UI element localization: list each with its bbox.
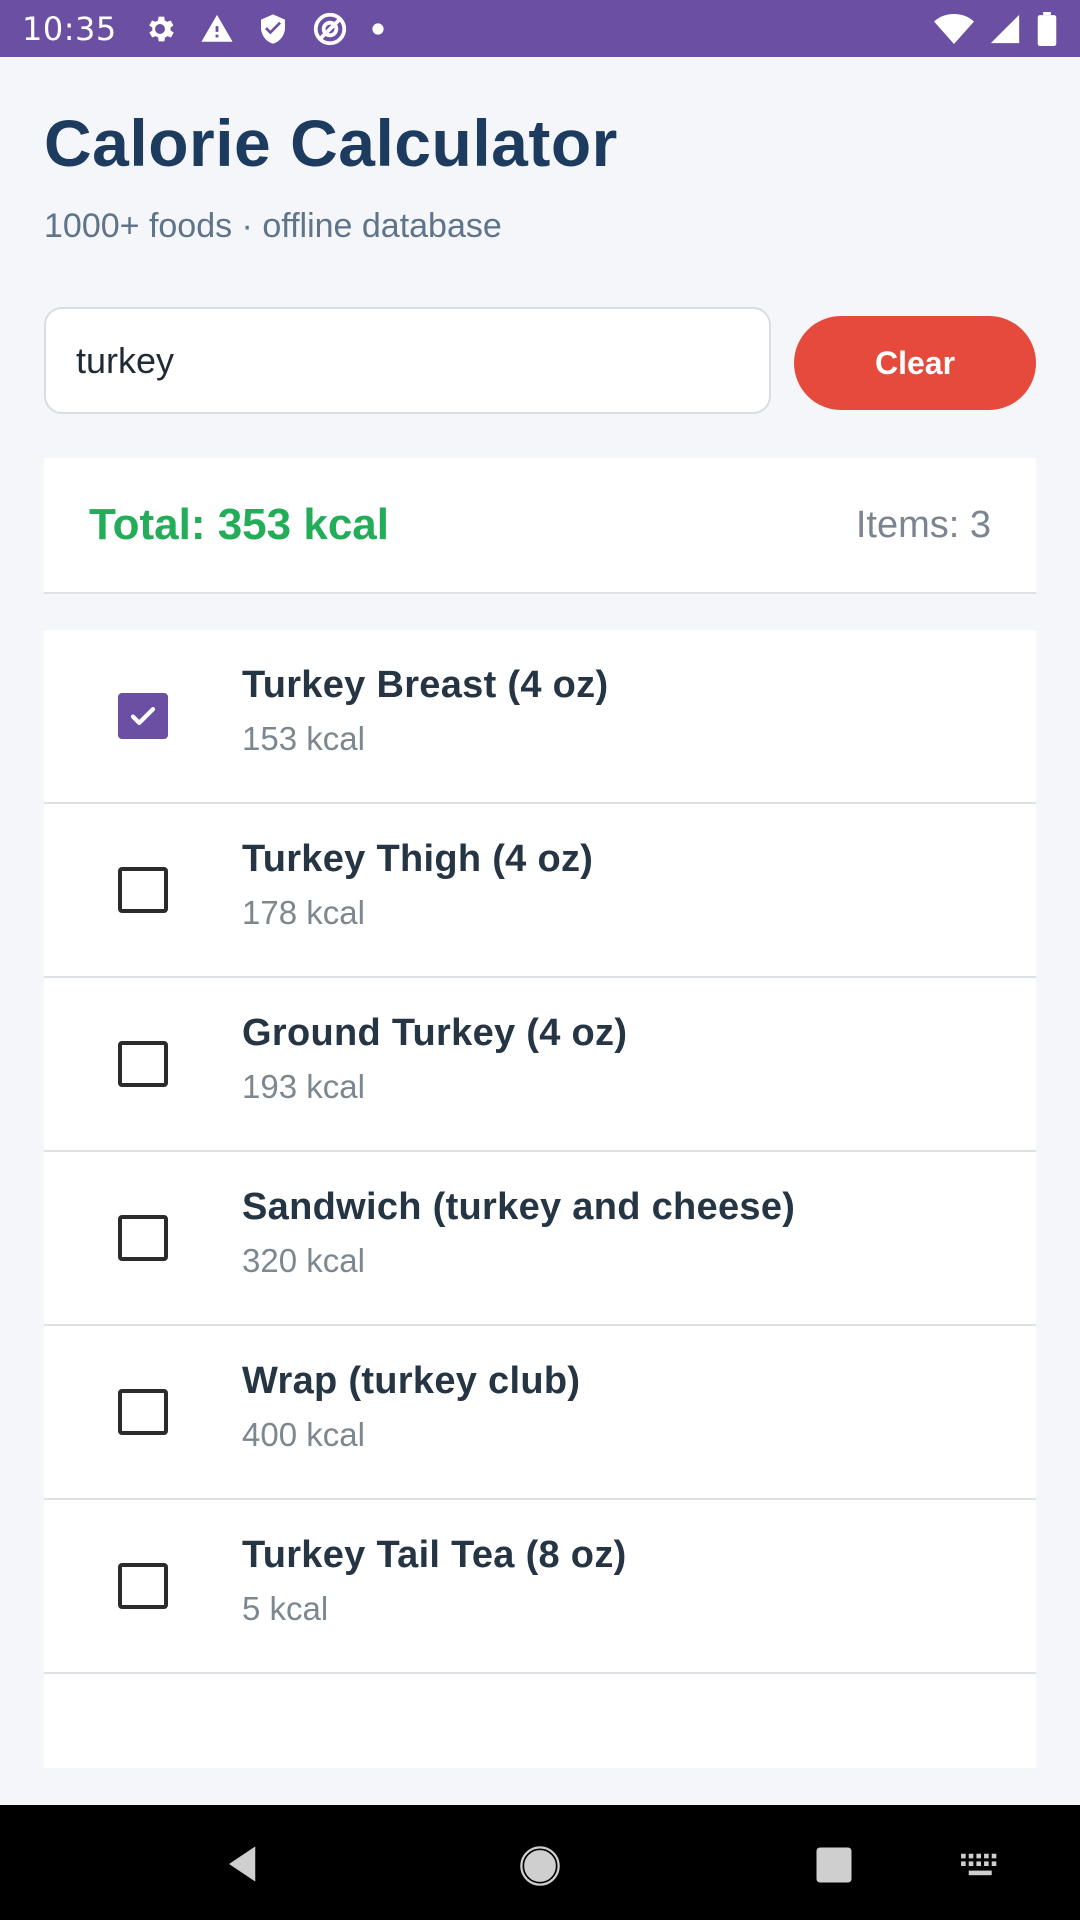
status-bar: 10:35: [0, 0, 1080, 57]
battery-icon: [1037, 11, 1057, 46]
page-subtitle: 1000+ foods · offline database: [44, 207, 502, 245]
checkbox[interactable]: [118, 1563, 168, 1609]
settings-icon: [148, 16, 174, 41]
checkbox[interactable]: [118, 867, 168, 913]
keyboard-icon[interactable]: [958, 1850, 1004, 1882]
food-kcal: 178 kcal: [242, 894, 365, 931]
food-name: Turkey Tail Tea (8 oz): [242, 1534, 627, 1576]
dot-icon: [372, 22, 384, 35]
check-icon: [130, 707, 156, 725]
food-name: Turkey Thigh (4 oz): [242, 838, 594, 880]
checkbox-checked[interactable]: [118, 693, 168, 739]
food-kcal: 400 kcal: [242, 1416, 365, 1453]
food-list: Turkey Breast (4 oz) 153 kcal Turkey Thi…: [44, 630, 1036, 1768]
food-name: Sandwich (turkey and cheese): [242, 1186, 796, 1228]
back-icon[interactable]: [222, 1843, 264, 1885]
search-input[interactable]: [44, 307, 771, 414]
app-content: Calorie Calculator 1000+ foods · offline…: [0, 57, 1080, 1805]
food-name: Wrap (turkey club): [242, 1360, 581, 1402]
recents-icon[interactable]: [813, 1844, 855, 1886]
navigation-bar: [0, 1805, 1080, 1920]
checkbox[interactable]: [118, 1041, 168, 1087]
status-left-icons: [143, 10, 385, 48]
no-location-icon: [313, 12, 346, 45]
list-item[interactable]: Ground Turkey (4 oz) 193 kcal: [44, 978, 1036, 1152]
food-kcal: 5 kcal: [242, 1590, 329, 1627]
list-item[interactable]: Turkey Tail Tea (8 oz) 5 kcal: [44, 1500, 1036, 1674]
wifi-icon: [934, 13, 974, 44]
total-calories: Total: 353 kcal: [89, 500, 389, 549]
list-item[interactable]: Sandwich (turkey and cheese) 320 kcal: [44, 1152, 1036, 1326]
checkbox[interactable]: [118, 1389, 168, 1435]
page-title: Calorie Calculator: [44, 106, 618, 180]
checkbox[interactable]: [118, 1215, 168, 1261]
clear-button[interactable]: Clear: [794, 316, 1036, 410]
signal-icon: [990, 14, 1020, 43]
warning-icon: [201, 14, 233, 42]
list-item[interactable]: Turkey Thigh (4 oz) 178 kcal: [44, 804, 1036, 978]
shield-icon: [260, 13, 285, 44]
food-kcal: 193 kcal: [242, 1068, 365, 1105]
food-kcal: 153 kcal: [242, 720, 365, 757]
list-item[interactable]: Wrap (turkey club) 400 kcal: [44, 1326, 1036, 1500]
items-count: Items: 3: [855, 503, 991, 546]
status-time: 10:35: [22, 9, 117, 48]
food-kcal: 320 kcal: [242, 1242, 365, 1279]
totals-card: Total: 353 kcal Items: 3: [44, 458, 1036, 594]
status-right-icons: [934, 11, 1058, 46]
home-icon[interactable]: [515, 1841, 565, 1891]
food-name: Turkey Breast (4 oz): [242, 664, 609, 706]
food-name: Ground Turkey (4 oz): [242, 1012, 628, 1054]
list-item[interactable]: Turkey Breast (4 oz) 153 kcal: [44, 630, 1036, 804]
